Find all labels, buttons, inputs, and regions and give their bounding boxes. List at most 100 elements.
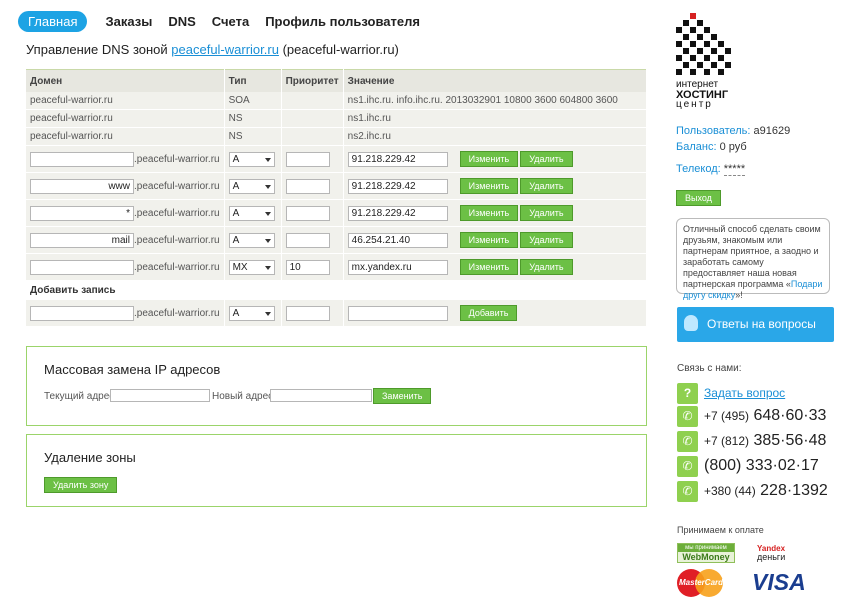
logo-line-3: центр bbox=[676, 99, 713, 110]
logo-square bbox=[676, 69, 682, 75]
mastercard-name: MasterCard bbox=[679, 578, 724, 587]
current-address-input[interactable] bbox=[110, 389, 210, 402]
delete-record-button[interactable]: Удалить bbox=[520, 151, 573, 167]
priority-input[interactable] bbox=[285, 151, 330, 167]
replace-button[interactable]: Заменить bbox=[373, 388, 432, 404]
edit-record-button[interactable]: Изменить bbox=[459, 178, 519, 194]
logo-square bbox=[718, 41, 724, 47]
edit-record-button[interactable]: Изменить bbox=[459, 232, 519, 248]
lightbulb-icon bbox=[684, 315, 698, 331]
phone-row: ✆ +380 (44) 228·1392 bbox=[677, 480, 828, 502]
webmoney-name: WebMoney bbox=[682, 552, 730, 562]
ihc-logo bbox=[676, 13, 736, 79]
record-domain-cell: mail .peaceful-warrior.ru bbox=[26, 226, 225, 254]
new-address-label: Новый адрес: bbox=[212, 391, 276, 402]
delete-record-button[interactable]: Удалить bbox=[520, 232, 573, 248]
table-row: peaceful-warrior.ru NS ns1.ihc.ru bbox=[26, 109, 648, 128]
priority-input[interactable] bbox=[285, 205, 330, 221]
record-priority bbox=[281, 127, 344, 146]
record-domain-cell: .peaceful-warrior.ru bbox=[26, 299, 225, 327]
phone-prefix: +7 (495) bbox=[704, 409, 750, 423]
logo-square bbox=[711, 48, 717, 54]
nav-profile[interactable]: Профиль пользователя bbox=[265, 14, 420, 29]
value-input[interactable]: 46.254.21.40 bbox=[347, 232, 448, 248]
subdomain-input[interactable]: * bbox=[30, 205, 134, 221]
type-select[interactable]: A bbox=[228, 205, 275, 221]
type-select[interactable]: A bbox=[228, 232, 275, 248]
delete-zone-button[interactable]: Удалить зону bbox=[44, 477, 118, 493]
type-value: MX bbox=[232, 261, 248, 273]
dns-records-table: Домен Тип Приоритет Значение peaceful-wa… bbox=[26, 69, 648, 327]
logo-square bbox=[704, 27, 710, 33]
edit-record-button[interactable]: Изменить bbox=[459, 205, 519, 221]
domain-suffix: .peaceful-warrior.ru bbox=[134, 234, 220, 246]
value-input[interactable]: 91.218.229.42 bbox=[347, 151, 448, 167]
faq-label: Ответы на вопросы bbox=[707, 317, 816, 331]
account-user: Пользователь: a91629 bbox=[676, 125, 790, 137]
balance-label: Баланс: bbox=[676, 141, 717, 153]
priority-input[interactable] bbox=[285, 232, 330, 248]
delete-zone-panel: Удаление зоны Удалить зону bbox=[26, 434, 647, 507]
nav-orders[interactable]: Заказы bbox=[105, 14, 152, 29]
phone-row: ✆ +7 (812) 385·56·48 bbox=[677, 430, 826, 452]
value-input[interactable]: mx.yandex.ru bbox=[347, 259, 448, 275]
add-record-button[interactable]: Добавить bbox=[459, 305, 518, 321]
phone-number: 648·60·33 bbox=[753, 407, 827, 424]
subdomain-input[interactable] bbox=[30, 305, 134, 321]
phone-icon: ✆ bbox=[677, 430, 698, 452]
phone-row: ✆ (800) 333·02·17 bbox=[677, 455, 819, 477]
nav-invoices[interactable]: Счета bbox=[212, 14, 249, 29]
user-value: a91629 bbox=[753, 125, 791, 137]
phone-number: (800) 333·02·17 bbox=[704, 457, 819, 474]
nav-home[interactable]: Главная bbox=[18, 10, 88, 32]
ask-question-row: ? Задать вопрос bbox=[677, 382, 785, 404]
logo-square bbox=[704, 69, 710, 75]
logo-square bbox=[690, 13, 696, 19]
faq-button[interactable]: Ответы на вопросы bbox=[677, 307, 834, 342]
mass-ip-replace-panel: Массовая замена IP адресов Текущий адрес… bbox=[26, 346, 647, 426]
value-input[interactable]: 91.218.229.42 bbox=[347, 178, 448, 194]
page-title-prefix: Управление DNS зоной bbox=[26, 42, 168, 57]
record-domain: peaceful-warrior.ru bbox=[26, 127, 225, 146]
value-input[interactable]: 91.218.229.42 bbox=[347, 205, 448, 221]
subdomain-input[interactable] bbox=[30, 259, 134, 275]
logo-square bbox=[697, 48, 703, 54]
yandex-money-logo: Yandex деньги bbox=[757, 544, 803, 562]
delete-record-button[interactable]: Удалить bbox=[520, 178, 573, 194]
logout-button[interactable]: Выход bbox=[676, 190, 721, 206]
value-input[interactable] bbox=[347, 305, 448, 321]
record-priority-cell bbox=[281, 145, 344, 173]
type-select[interactable]: A bbox=[228, 178, 275, 194]
edit-record-button[interactable]: Изменить bbox=[459, 259, 519, 275]
new-address-input[interactable] bbox=[270, 389, 372, 402]
priority-input[interactable] bbox=[285, 305, 330, 321]
record-value-cell: 46.254.21.40 Изменить Удалить bbox=[343, 226, 648, 254]
nav-dns[interactable]: DNS bbox=[168, 14, 195, 29]
telecode-value[interactable]: ***** bbox=[723, 163, 746, 176]
phone-number: 228·1392 bbox=[760, 482, 828, 499]
chevron-down-icon bbox=[264, 157, 271, 162]
logo-square bbox=[683, 34, 689, 40]
logo-square bbox=[711, 62, 717, 68]
priority-input[interactable] bbox=[285, 178, 330, 194]
delete-record-button[interactable]: Удалить bbox=[520, 205, 573, 221]
ask-question-link[interactable]: Задать вопрос bbox=[704, 386, 785, 400]
logo-square bbox=[704, 41, 710, 47]
type-select[interactable]: A bbox=[228, 305, 275, 321]
logo-square bbox=[683, 62, 689, 68]
payment-title: Принимаем к оплате bbox=[677, 525, 764, 535]
type-select[interactable]: MX bbox=[228, 259, 275, 275]
type-select[interactable]: A bbox=[228, 151, 275, 167]
logo-square bbox=[690, 41, 696, 47]
record-domain-cell: * .peaceful-warrior.ru bbox=[26, 199, 225, 227]
subdomain-input[interactable] bbox=[30, 151, 134, 167]
logo-square bbox=[690, 55, 696, 61]
contacts-title: Связь с нами: bbox=[677, 363, 742, 374]
delete-record-button[interactable]: Удалить bbox=[520, 259, 573, 275]
edit-record-button[interactable]: Изменить bbox=[459, 151, 519, 167]
subdomain-input[interactable]: mail bbox=[30, 232, 134, 248]
priority-input[interactable]: 10 bbox=[285, 259, 330, 275]
subdomain-input[interactable]: www bbox=[30, 178, 134, 194]
domain-link[interactable]: peaceful-warrior.ru bbox=[171, 42, 279, 57]
logo-square bbox=[690, 27, 696, 33]
